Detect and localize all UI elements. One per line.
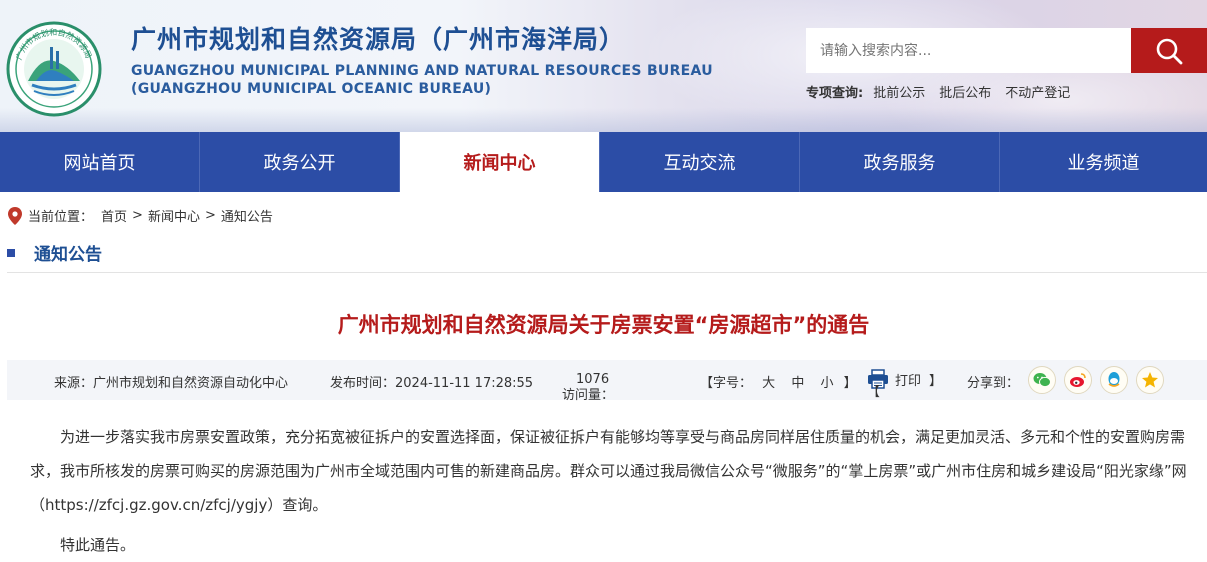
article-meta-bar: 来源：广州市规划和自然资源自动化中心 发布时间：2024-11-11 17:28… bbox=[7, 360, 1207, 403]
qzone-star-icon bbox=[1142, 372, 1158, 388]
article-publish-time: 发布时间：2024-11-11 17:28:55 bbox=[330, 376, 534, 391]
share-qq-button[interactable] bbox=[1100, 366, 1128, 394]
font-size-close-bracket: 】 bbox=[843, 376, 857, 391]
article-source: 来源：广州市规划和自然资源自动化中心 bbox=[54, 376, 289, 391]
wechat-icon bbox=[1033, 373, 1051, 388]
breadcrumb-separator: > bbox=[132, 208, 143, 223]
nav-item-business-channel[interactable]: 业务频道 bbox=[1000, 132, 1207, 192]
nav-item-services[interactable]: 政务服务 bbox=[800, 132, 1000, 192]
print-open-bracket: 【 bbox=[867, 385, 881, 400]
bureau-logo[interactable]: 广州市规划和自然资源局 bbox=[6, 21, 102, 117]
qq-icon bbox=[1108, 372, 1120, 387]
share-label: 分享到： bbox=[967, 376, 1020, 391]
share-weibo-button[interactable] bbox=[1064, 366, 1092, 394]
print-close-bracket: 】 bbox=[929, 373, 943, 389]
nav-item-government-affairs[interactable]: 政务公开 bbox=[200, 132, 400, 192]
print-button[interactable]: 【 打印 】 bbox=[867, 369, 943, 400]
section-header: 通知公告 bbox=[7, 240, 102, 265]
breadcrumb-notices[interactable]: 通知公告 bbox=[221, 206, 273, 225]
breadcrumb-separator: > bbox=[204, 208, 216, 223]
font-size-medium[interactable]: 中 bbox=[791, 376, 804, 391]
view-count-label: 访问量： bbox=[562, 388, 615, 403]
breadcrumb-news-center[interactable]: 新闻中心 bbox=[148, 206, 200, 225]
font-size-large[interactable]: 大 bbox=[762, 376, 775, 391]
font-size-label: 【字号： bbox=[700, 376, 753, 391]
print-label: 打印 bbox=[895, 373, 922, 389]
special-query: 专项查询: 批前公示 批后公布 不动产登记 bbox=[806, 82, 1084, 101]
share-qzone-button[interactable] bbox=[1136, 366, 1164, 394]
article-view-count: 访问量： 1076 bbox=[562, 372, 614, 403]
font-size-control: 【字号： 大 中 小 】 bbox=[700, 372, 857, 391]
nav-item-interaction[interactable]: 互动交流 bbox=[600, 132, 800, 192]
search-button[interactable] bbox=[1131, 28, 1207, 73]
article-paragraph-closing: 特此通告。 bbox=[60, 536, 136, 554]
nav-item-news-center[interactable]: 新闻中心 bbox=[400, 132, 600, 192]
breadcrumb: 当前位置： 首页 > 新闻中心 > 通知公告 bbox=[8, 206, 273, 225]
section-divider bbox=[7, 272, 1207, 273]
section-title: 通知公告 bbox=[34, 245, 102, 265]
site-title-cn: 广州市规划和自然资源局（广州市海洋局） bbox=[131, 25, 626, 54]
search-input[interactable] bbox=[806, 28, 1131, 73]
share-wechat-button[interactable] bbox=[1028, 366, 1056, 394]
search-icon bbox=[1156, 38, 1183, 64]
breadcrumb-prefix: 当前位置： bbox=[28, 210, 94, 225]
breadcrumb-home[interactable]: 首页 bbox=[101, 206, 127, 225]
article-title: 广州市规划和自然资源局关于房票安置“房源超市”的通告 bbox=[337, 313, 870, 337]
special-query-link-pre-publicity[interactable]: 批前公示 bbox=[873, 82, 925, 101]
section-bullet-icon bbox=[7, 248, 15, 257]
special-query-label: 专项查询: bbox=[806, 86, 864, 101]
special-query-link-post-publication[interactable]: 批后公布 bbox=[939, 82, 991, 101]
main-nav: 网站首页 政务公开 新闻中心 互动交流 政务服务 业务频道 bbox=[0, 132, 1207, 192]
header-water-decoration bbox=[0, 108, 1207, 132]
site-title-en: GUANGZHOU MUNICIPAL PLANNING AND NATURAL… bbox=[131, 63, 713, 79]
site-subtitle-en: (GUANGZHOU MUNICIPAL OCEANIC BUREAU) bbox=[131, 81, 492, 97]
special-query-link-real-estate[interactable]: 不动产登记 bbox=[1005, 82, 1070, 101]
location-pin-icon bbox=[8, 206, 22, 225]
font-size-small[interactable]: 小 bbox=[820, 376, 833, 391]
site-header: 广州市规划和自然资源局 广州市规划和自然资源局（广州市海洋局） GUANGZHO… bbox=[0, 0, 1207, 132]
nav-item-home[interactable]: 网站首页 bbox=[0, 132, 200, 192]
weibo-icon bbox=[1070, 373, 1086, 387]
article-paragraph: 为进一步落实我市房票安置政策，充分拓宽被征拆户的安置选择面，保证被征拆户有能够均… bbox=[30, 428, 1187, 514]
